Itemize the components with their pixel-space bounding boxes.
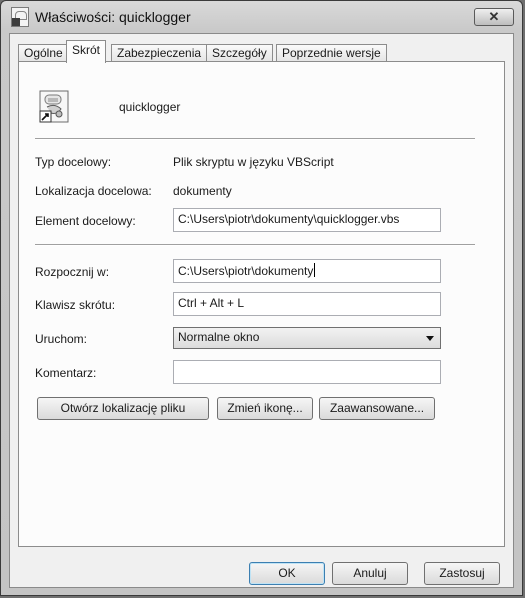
divider [35, 138, 475, 140]
run-mode-select[interactable]: Normalne okno [173, 327, 441, 349]
chevron-down-icon [426, 336, 434, 341]
divider [35, 244, 475, 246]
cancel-button[interactable]: Anuluj [332, 562, 408, 585]
shortcut-file-icon [11, 7, 29, 27]
ok-button[interactable]: OK [249, 562, 325, 585]
apply-button[interactable]: Zastosuj [424, 562, 500, 585]
run-label: Uruchom: [35, 332, 88, 346]
window-title: Właściwości: quicklogger [35, 9, 191, 25]
change-icon-button[interactable]: Zmień ikonę... [217, 397, 313, 420]
target-type-label: Typ docelowy: [35, 155, 112, 169]
tab-details[interactable]: Szczegóły [206, 44, 273, 62]
shortcut-tab-panel: quicklogger Typ docelowy: Plik skryptu w… [18, 61, 505, 547]
close-button[interactable]: ✕ [474, 8, 514, 26]
shortcut-key-label: Klawisz skrótu: [35, 298, 116, 312]
target-input[interactable]: C:\Users\piotr\dokumenty\quicklogger.vbs [173, 208, 441, 232]
dialog-client-area: Ogólne Skrót Zabezpieczenia Szczegóły Po… [9, 33, 514, 588]
target-location-value: dokumenty [173, 184, 232, 198]
target-type-value: Plik skryptu w języku VBScript [173, 155, 334, 169]
open-file-location-button[interactable]: Otwórz lokalizację pliku [37, 397, 209, 420]
properties-window: Właściwości: quicklogger ✕ Ogólne Skrót … [0, 0, 523, 596]
comment-input[interactable] [173, 360, 441, 384]
tab-previous-versions[interactable]: Poprzednie wersje [276, 44, 387, 62]
tab-security[interactable]: Zabezpieczenia [111, 44, 208, 62]
target-label: Element docelowy: [35, 214, 136, 228]
start-in-value: C:\Users\piotr\dokumenty [178, 264, 314, 278]
target-location-label: Lokalizacja docelowa: [35, 184, 152, 198]
run-mode-value: Normalne okno [178, 330, 260, 344]
start-in-input[interactable]: C:\Users\piotr\dokumenty [173, 259, 441, 283]
vbscript-file-icon [39, 90, 69, 123]
shortcut-key-input[interactable]: Ctrl + Alt + L [173, 292, 441, 316]
tab-general[interactable]: Ogólne [18, 44, 69, 62]
text-caret [314, 263, 316, 277]
advanced-button[interactable]: Zaawansowane... [319, 397, 435, 420]
close-icon: ✕ [488, 9, 500, 24]
comment-label: Komentarz: [35, 366, 97, 380]
title-bar[interactable]: Właściwości: quicklogger ✕ [1, 1, 522, 33]
file-name: quicklogger [119, 100, 181, 114]
start-in-label: Rozpocznij w: [35, 265, 110, 279]
tab-shortcut[interactable]: Skrót [66, 40, 107, 63]
